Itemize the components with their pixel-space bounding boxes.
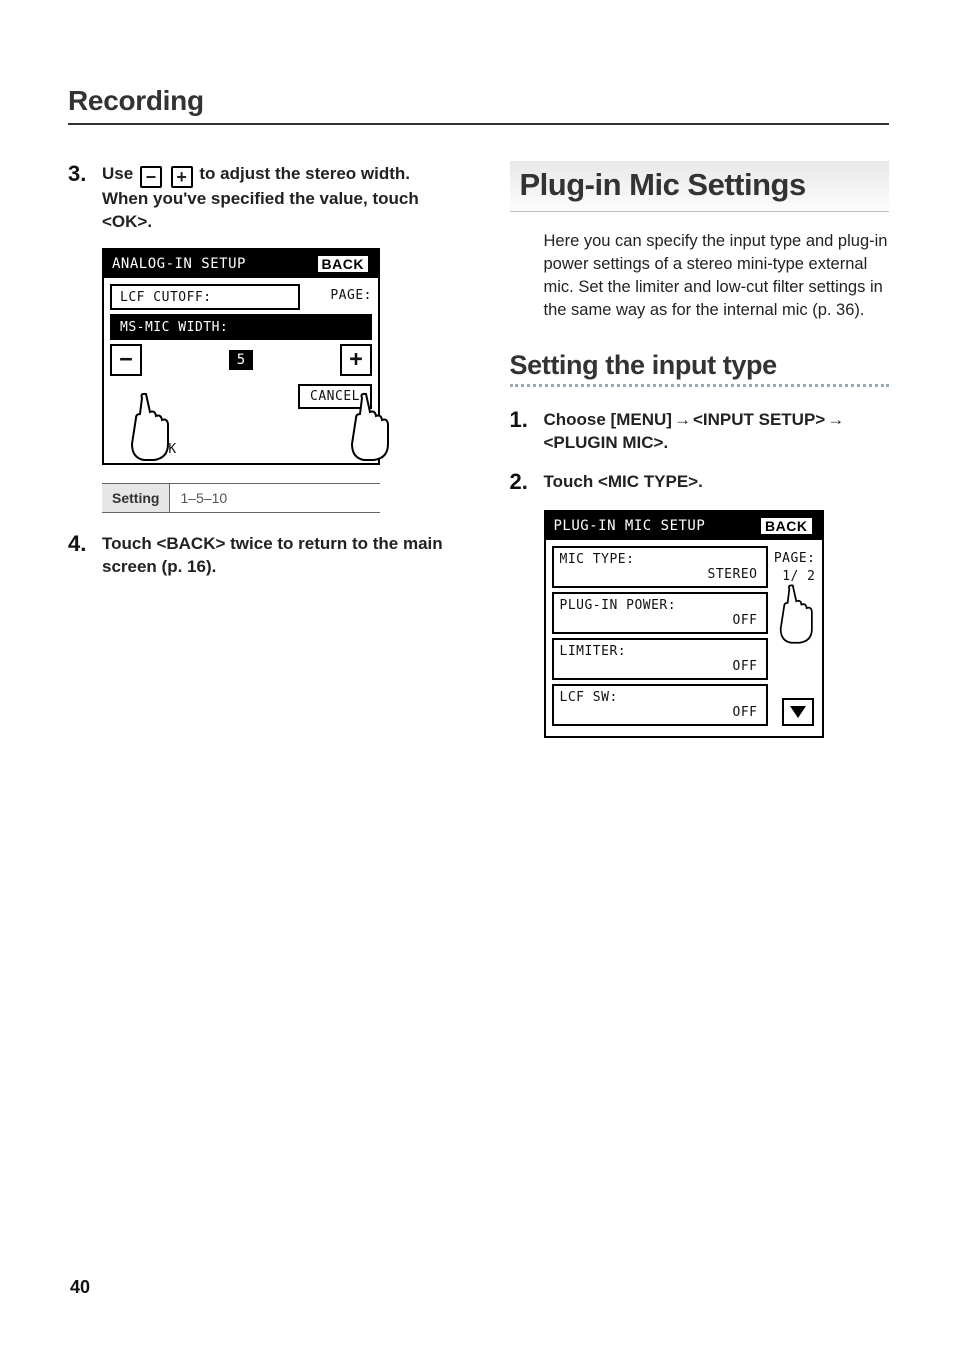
right-column: Plug-in Mic Settings Here you can specif…: [510, 161, 890, 756]
lcd-lcf-sw-value: OFF: [560, 705, 758, 720]
lcd-page-value: 1/ 2: [782, 569, 815, 584]
intro-paragraph: Here you can specify the input type and …: [544, 230, 890, 322]
lcd-ms-label: MS-MIC WIDTH:: [120, 320, 228, 335]
page-number: 40: [70, 1277, 90, 1298]
lcd-page-down-button[interactable]: [782, 698, 814, 726]
lcd-row-plugin-power[interactable]: PLUG-IN POWER: OFF: [552, 592, 768, 634]
lcd-value: 5: [148, 344, 334, 376]
step-3: 3. Use − + to adjust the stereo width. W…: [68, 161, 448, 234]
setting-table-label: Setting: [102, 484, 170, 512]
arrow-right-icon: →: [674, 409, 691, 432]
setting-table: Setting 1–5–10: [102, 483, 380, 513]
step-2: 2. Touch <MIC TYPE>.: [510, 469, 890, 495]
lcd-page-label: PAGE:: [774, 551, 816, 566]
lcd-ok-button[interactable]: OK: [160, 442, 177, 457]
minus-icon: −: [140, 166, 162, 188]
lcd-cancel-button[interactable]: CANCEL: [298, 384, 372, 409]
lcd-back-button[interactable]: BACK: [759, 516, 813, 536]
lcd-back-button[interactable]: BACK: [316, 254, 370, 274]
plus-icon: +: [171, 166, 193, 188]
section-heading-box: Plug-in Mic Settings: [510, 161, 890, 212]
lcd-plus-button[interactable]: +: [340, 344, 372, 376]
two-column-layout: 3. Use − + to adjust the stereo width. W…: [68, 161, 889, 756]
lcd-limiter-value: OFF: [560, 659, 758, 674]
lcd-mic-type-value: STEREO: [560, 567, 758, 582]
step-1-a: Choose [MENU]: [544, 410, 672, 429]
lcd-row-lcf-sw[interactable]: LCF SW: OFF: [552, 684, 768, 726]
lcd-row-lcf-cutoff[interactable]: LCF CUTOFF:: [110, 284, 300, 310]
step-1: 1. Choose [MENU]→<INPUT SETUP>→<PLUGIN M…: [510, 407, 890, 455]
lcd-title-text: ANALOG-IN SETUP: [112, 256, 246, 272]
step-1-text: Choose [MENU]→<INPUT SETUP>→<PLUGIN MIC>…: [544, 409, 890, 455]
lcd-limiter-label: LIMITER:: [560, 644, 758, 659]
lcd-lcf-sw-label: LCF SW:: [560, 690, 758, 705]
left-column: 3. Use − + to adjust the stereo width. W…: [68, 161, 448, 756]
section-heading: Plug-in Mic Settings: [520, 167, 880, 203]
lcd-value-number: 5: [229, 350, 253, 370]
lcd-row-mic-type[interactable]: MIC TYPE: STEREO: [552, 546, 768, 588]
lcd-page-indicator: PAGE: 1/ 2: [774, 550, 816, 586]
step-1-b: <INPUT SETUP>: [693, 410, 825, 429]
dotted-rule: [510, 384, 890, 387]
step-number: 2.: [510, 469, 544, 495]
lcd-analog-in-setup: ANALOG-IN SETUP BACK LCF CUTOFF: PAGE: M…: [102, 248, 380, 465]
step-number: 1.: [510, 407, 544, 455]
step-2-text: Touch <MIC TYPE>.: [544, 471, 890, 494]
lcd-plugin-power-value: OFF: [560, 613, 758, 628]
hand-pointer-icon: [772, 580, 824, 650]
lcd-page-label: PAGE:: [330, 288, 372, 304]
lcd-adjust-row: − 5 +: [110, 344, 372, 376]
setting-table-value: 1–5–10: [170, 484, 237, 512]
lcd-minus-button[interactable]: −: [110, 344, 142, 376]
lcd-title-text: PLUG-IN MIC SETUP: [554, 518, 706, 534]
step-4: 4. Touch <BACK> twice to return to the m…: [68, 531, 448, 579]
lcd-mic-type-label: MIC TYPE:: [560, 552, 758, 567]
lcd-plugin-mic-setup: PLUG-IN MIC SETUP BACK PAGE: 1/ 2 MIC TY…: [544, 510, 824, 738]
lcd-title-bar: ANALOG-IN SETUP BACK: [104, 250, 378, 278]
step-3-pre: Use: [102, 164, 138, 183]
step-number: 3.: [68, 161, 102, 234]
arrow-right-icon: →: [827, 409, 844, 432]
lcd-title-bar: PLUG-IN MIC SETUP BACK: [546, 512, 822, 540]
subheading: Setting the input type: [510, 350, 890, 381]
chevron-down-icon: [789, 705, 807, 719]
lcd-row-limiter[interactable]: LIMITER: OFF: [552, 638, 768, 680]
step-3-text: Use − + to adjust the stereo width. When…: [102, 163, 448, 234]
step-1-c: <PLUGIN MIC>.: [544, 433, 669, 452]
step-4-text: Touch <BACK> twice to return to the main…: [102, 533, 448, 579]
lcd-row-lcf-label: LCF CUTOFF:: [120, 290, 212, 305]
page-title: Recording: [68, 85, 889, 125]
lcd-row-ms-mic-width[interactable]: MS-MIC WIDTH:: [110, 314, 372, 340]
lcd-plugin-power-label: PLUG-IN POWER:: [560, 598, 758, 613]
step-number: 4.: [68, 531, 102, 579]
